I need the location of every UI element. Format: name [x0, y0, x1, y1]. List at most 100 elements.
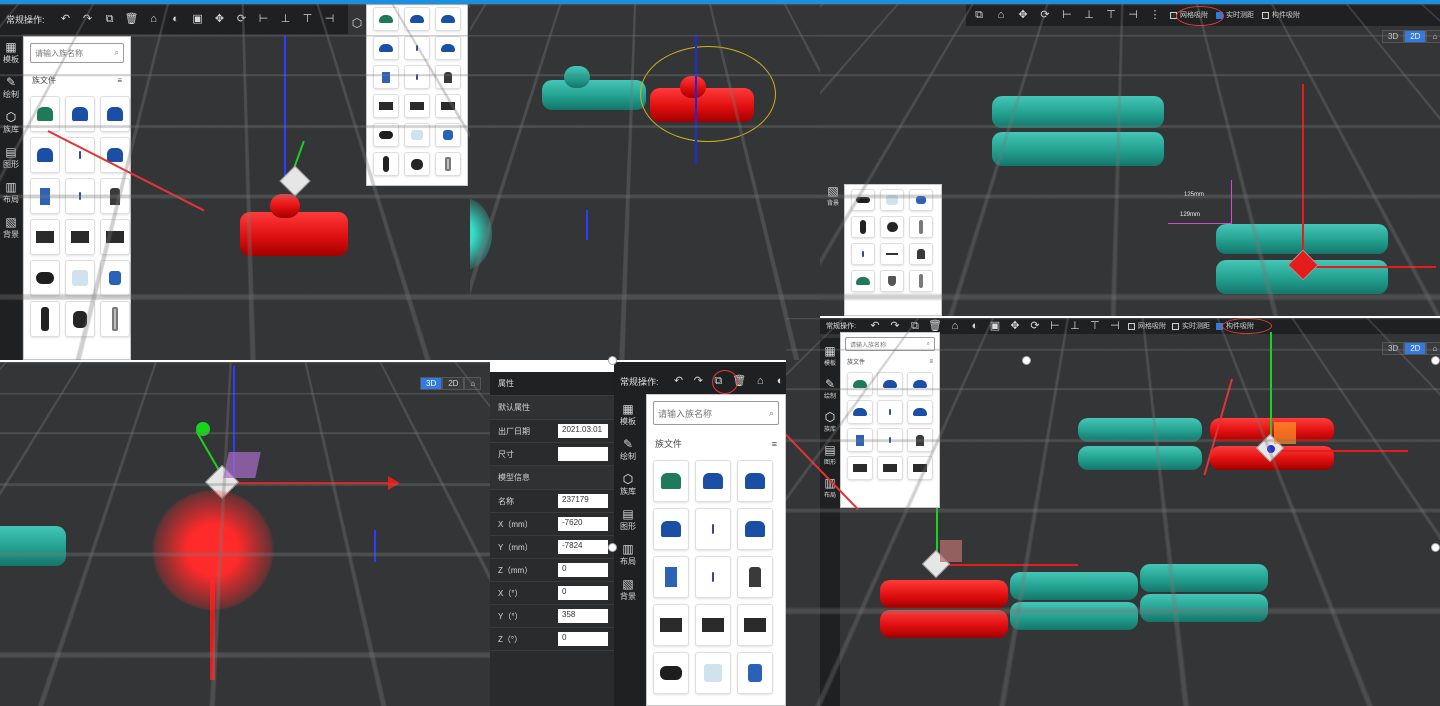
property-value[interactable]: 0 [558, 563, 608, 577]
family-item[interactable] [65, 301, 95, 337]
home-icon[interactable]: ⌂ [1426, 30, 1440, 43]
nav-graphic[interactable]: ▤ 图形 [0, 145, 22, 170]
family-item[interactable] [877, 428, 903, 452]
align-right-icon[interactable]: ⊣ [1126, 8, 1140, 22]
family-item[interactable] [695, 460, 731, 502]
family-item[interactable] [847, 400, 873, 424]
rotate-icon[interactable]: ⟳ [235, 12, 249, 26]
nav-draw[interactable]: ✎ 绘制 [0, 75, 22, 100]
align-right-icon[interactable]: ⊣ [323, 12, 337, 26]
rotate-icon[interactable]: ⟳ [1038, 8, 1052, 22]
tree-model[interactable] [470, 184, 502, 354]
property-value[interactable]: -7620 [558, 517, 608, 531]
family-item[interactable] [30, 301, 60, 337]
property-value[interactable]: 237179 [558, 494, 608, 508]
align-center-icon[interactable]: ⊥ [1068, 319, 1082, 333]
component-snap-check[interactable]: 构件吸附 [1262, 10, 1300, 20]
family-item[interactable] [30, 178, 60, 214]
family-item[interactable] [100, 219, 130, 255]
family-item[interactable] [695, 652, 731, 694]
property-value[interactable]: 358 [558, 609, 608, 623]
view-2d[interactable]: 2D [1404, 30, 1426, 43]
family-item[interactable] [909, 270, 933, 292]
group-icon[interactable]: ▣ [191, 12, 205, 26]
family-item[interactable] [435, 36, 461, 60]
view-3d[interactable]: 3D [1382, 342, 1404, 355]
family-item[interactable] [847, 372, 873, 396]
family-item[interactable] [907, 400, 933, 424]
family-item[interactable] [737, 556, 773, 598]
nav-template[interactable]: ▦ 模板 [614, 402, 642, 427]
move-icon[interactable]: ✥ [213, 12, 227, 26]
align-top-icon[interactable]: ⊤ [1104, 8, 1118, 22]
property-value[interactable]: 2021.03.01 [558, 424, 608, 438]
splitter-handle[interactable] [1431, 356, 1440, 365]
splitter-handle[interactable] [608, 543, 617, 552]
splitter-handle[interactable] [608, 356, 617, 365]
teal-chiller-large[interactable] [1010, 572, 1140, 642]
family-item[interactable] [100, 301, 130, 337]
family-item[interactable] [737, 460, 773, 502]
property-value[interactable]: 0 [558, 586, 608, 600]
align-center-icon[interactable]: ⊥ [279, 12, 293, 26]
align-left-icon[interactable]: ⊢ [1060, 8, 1074, 22]
family-item[interactable] [373, 7, 399, 31]
view-3d[interactable]: 3D [420, 377, 442, 390]
tag-icon[interactable]: ⌂ [948, 319, 962, 333]
nav-template[interactable]: ▦ 模板 [820, 344, 840, 367]
menu-icon[interactable]: ≡ [117, 76, 122, 85]
view-2d[interactable]: 2D [1404, 342, 1426, 355]
family-item[interactable] [100, 260, 130, 296]
family-item[interactable] [404, 36, 430, 60]
copy-icon[interactable]: ⧉ [103, 12, 117, 26]
family-item[interactable] [653, 460, 689, 502]
family-folder-row[interactable]: 族文件 ≡ [24, 69, 130, 92]
teal-chiller-small[interactable] [1078, 414, 1206, 478]
family-item[interactable] [877, 456, 903, 480]
move-icon[interactable]: ✥ [1016, 8, 1030, 22]
family-item[interactable] [65, 219, 95, 255]
gizmo-center[interactable] [1267, 445, 1275, 453]
family-item[interactable] [65, 178, 95, 214]
family-item[interactable] [847, 456, 873, 480]
family-item[interactable] [653, 652, 689, 694]
property-value[interactable] [558, 447, 608, 461]
copy-icon[interactable]: ⧉ [972, 8, 986, 22]
menu-icon[interactable]: ≡ [929, 359, 933, 365]
family-item[interactable] [30, 219, 60, 255]
family-item[interactable] [907, 372, 933, 396]
family-item[interactable] [373, 65, 399, 89]
copy-icon[interactable]: ⧉ [908, 319, 922, 333]
tag-icon[interactable]: ⌂ [147, 12, 161, 26]
undo-icon[interactable]: ↶ [868, 319, 882, 333]
nav-family-library-small[interactable]: ⬡ [346, 16, 368, 30]
plane-handle-lower[interactable] [940, 540, 962, 562]
nav-background[interactable]: ▧ 背景 [0, 215, 22, 240]
nav-background-small[interactable]: ▧ 背景 [822, 184, 844, 207]
family-item[interactable] [909, 189, 933, 211]
family-item[interactable] [880, 216, 904, 238]
family-item[interactable] [880, 189, 904, 211]
view-mode-switch[interactable]: 3D 2D ⌂ [1382, 30, 1440, 43]
nav-draw[interactable]: ✎ 绘制 [820, 377, 840, 400]
nav-layout[interactable]: ▥ 布局 [0, 180, 22, 205]
nav-draw[interactable]: ✎ 绘制 [614, 437, 642, 462]
property-value[interactable]: -7824 [558, 540, 608, 554]
family-item[interactable] [877, 400, 903, 424]
view-3d[interactable]: 3D [1382, 30, 1404, 43]
red-tree-model[interactable] [148, 490, 278, 670]
family-search-input[interactable]: 请输入族名称 ⌕ [653, 401, 779, 425]
teal-chiller[interactable] [542, 66, 652, 126]
family-item[interactable] [909, 243, 933, 265]
redo-icon[interactable]: ↷ [81, 12, 95, 26]
viewport-top-middle[interactable] [470, 4, 820, 360]
group-icon[interactable]: ▣ [988, 319, 1002, 333]
family-item[interactable] [653, 604, 689, 646]
nav-family-library[interactable]: ⬡ 族库 [0, 110, 22, 135]
move-icon[interactable]: ✥ [1008, 319, 1022, 333]
teal-chiller-partial[interactable] [0, 512, 70, 572]
red-chiller-large[interactable] [880, 580, 1010, 650]
redo-icon[interactable]: ↷ [692, 374, 704, 388]
tag-icon[interactable]: ⌂ [754, 374, 766, 388]
delete-icon[interactable]: 🗑 [125, 12, 139, 26]
